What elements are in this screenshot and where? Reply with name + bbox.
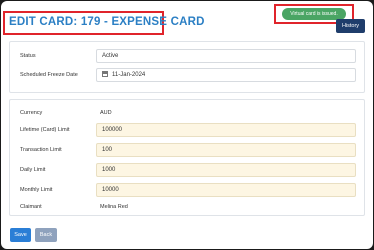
monthly-limit-row: Monthly Limit 10000	[10, 183, 364, 197]
status-select[interactable]: Active	[96, 49, 356, 63]
status-label: Status	[20, 53, 36, 59]
save-button[interactable]: Save	[10, 228, 31, 242]
daily-limit-row: Daily Limit 1000	[10, 163, 364, 177]
transaction-limit-label: Transaction Limit	[20, 147, 62, 153]
card-limits-panel: Currency AUD Lifetime (Card) Limit 10000…	[9, 99, 365, 216]
daily-limit-input[interactable]: 1000	[96, 163, 356, 177]
freeze-date-value: 11-Jan-2024	[112, 72, 146, 78]
card-settings-panel: Status Active Scheduled Freeze Date 11-J…	[9, 41, 365, 93]
daily-limit-label: Daily Limit	[20, 167, 46, 173]
monthly-limit-input[interactable]: 10000	[96, 183, 356, 197]
claimant-label: Claimant	[20, 204, 42, 210]
monthly-limit-label: Monthly Limit	[20, 187, 53, 193]
claimant-value: Melina Red	[100, 204, 128, 210]
lifetime-limit-label: Lifetime (Card) Limit	[20, 127, 70, 133]
calendar-icon[interactable]	[102, 71, 108, 77]
freeze-date-label: Scheduled Freeze Date	[20, 72, 78, 78]
transaction-limit-input[interactable]: 100	[96, 143, 356, 157]
freeze-date-row: Scheduled Freeze Date 11-Jan-2024	[10, 68, 364, 82]
history-button[interactable]: History	[336, 19, 365, 33]
currency-value: AUD	[100, 110, 112, 116]
status-row: Status Active	[10, 49, 364, 63]
claimant-row: Claimant Melina Red	[10, 200, 364, 214]
lifetime-limit-row: Lifetime (Card) Limit 100000	[10, 123, 364, 137]
freeze-date-field[interactable]: 11-Jan-2024	[96, 68, 356, 82]
edit-card-page: EDIT CARD: 179 - EXPENSE CARD Virtual ca…	[1, 1, 373, 249]
back-button[interactable]: Back	[35, 228, 57, 242]
page-title: EDIT CARD: 179 - EXPENSE CARD	[9, 16, 205, 28]
transaction-limit-row: Transaction Limit 100	[10, 143, 364, 157]
currency-row: Currency AUD	[10, 106, 364, 120]
lifetime-limit-input[interactable]: 100000	[96, 123, 356, 137]
currency-label: Currency	[20, 110, 43, 116]
